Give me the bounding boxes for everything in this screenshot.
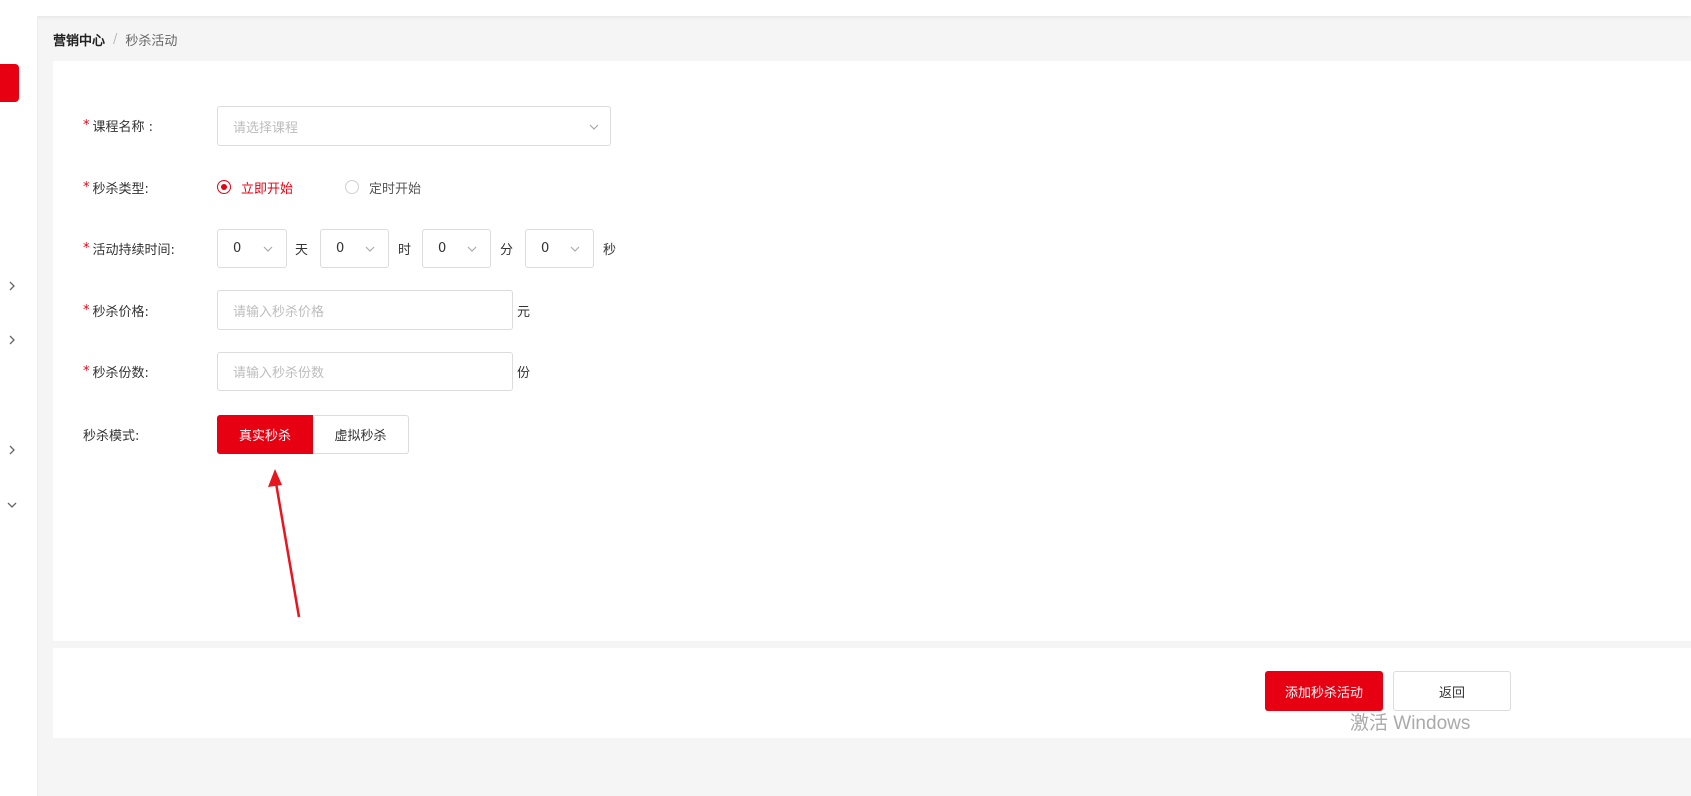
radio-unchecked-icon [345,180,359,194]
count-unit: 份 [517,365,531,381]
required-mark: * [83,117,90,133]
count-label: * 秒杀份数: [83,361,149,381]
days-unit: 天 [295,242,309,258]
radio-scheduled-label: 定时开始 [369,181,422,197]
duration-label: * 活动持续时间: [83,238,175,258]
price-label-text: 秒杀价格: [92,304,149,320]
seconds-value: 0 [541,241,550,256]
hours-unit: 时 [398,242,412,258]
chevron-down-icon[interactable] [6,499,18,511]
required-mark: * [83,240,90,256]
count-input[interactable]: 请输入秒杀份数 [217,352,513,391]
course-label: * 课程名称 : [83,115,153,135]
price-unit: 元 [517,304,531,320]
minutes-select[interactable]: 0 [422,229,491,268]
mode-segmented-control: 真实秒杀 虚拟秒杀 [217,415,409,454]
annotation-arrow-icon [268,469,301,618]
minutes-value: 0 [438,241,447,256]
course-select-placeholder: 请选择课程 [233,120,299,136]
chevron-down-icon [589,124,599,130]
minutes-unit: 分 [500,242,514,258]
mode-label: 秒杀模式: [83,424,139,444]
course-select[interactable]: 请选择课程 [217,106,611,146]
count-input-placeholder: 请输入秒杀份数 [233,366,325,381]
radio-immediate-label: 立即开始 [241,181,294,197]
days-select[interactable]: 0 [217,229,287,268]
chevron-right-icon[interactable] [6,280,18,292]
mode-real-button[interactable]: 真实秒杀 [217,415,313,454]
sidebar [0,16,38,796]
breadcrumb-root[interactable]: 营销中心 [53,30,105,49]
price-input[interactable]: 请输入秒杀价格 [217,290,513,330]
radio-checked-icon [217,180,231,194]
required-mark: * [83,179,90,195]
type-label-text: 秒杀类型: [92,181,149,197]
seconds-unit: 秒 [603,242,617,258]
chevron-right-icon[interactable] [6,444,18,456]
hours-value: 0 [336,241,345,256]
breadcrumb: 营销中心 / 秒杀活动 [53,30,177,49]
days-value: 0 [233,241,242,256]
required-mark: * [83,363,90,379]
price-label: * 秒杀价格: [83,300,149,320]
add-flash-sale-button[interactable]: 添加秒杀活动 [1265,671,1383,711]
price-input-placeholder: 请输入秒杀价格 [233,304,325,320]
type-label: * 秒杀类型: [83,177,149,197]
chevron-down-icon [365,246,375,252]
sidebar-active-item[interactable] [0,64,19,102]
breadcrumb-separator: / [113,32,118,47]
chevron-down-icon [263,246,273,252]
chevron-down-icon [467,246,477,252]
breadcrumb-current: 秒杀活动 [125,34,178,49]
count-label-text: 秒杀份数: [92,365,149,381]
chevron-down-icon [570,246,580,252]
course-label-text: 课程名称 : [92,119,154,135]
hours-select[interactable]: 0 [320,229,389,268]
radio-immediate[interactable]: 立即开始 [217,177,293,197]
radio-scheduled[interactable]: 定时开始 [345,177,421,197]
seconds-select[interactable]: 0 [525,229,594,268]
mode-virtual-button[interactable]: 虚拟秒杀 [313,415,409,454]
windows-activation-watermark: 激活 Windows [1350,713,1471,734]
duration-label-text: 活动持续时间: [92,242,175,258]
mode-label-text: 秒杀模式: [83,428,140,444]
chevron-right-icon[interactable] [6,334,18,346]
back-button[interactable]: 返回 [1393,671,1511,711]
required-mark: * [83,302,90,318]
top-bar [0,0,1691,16]
